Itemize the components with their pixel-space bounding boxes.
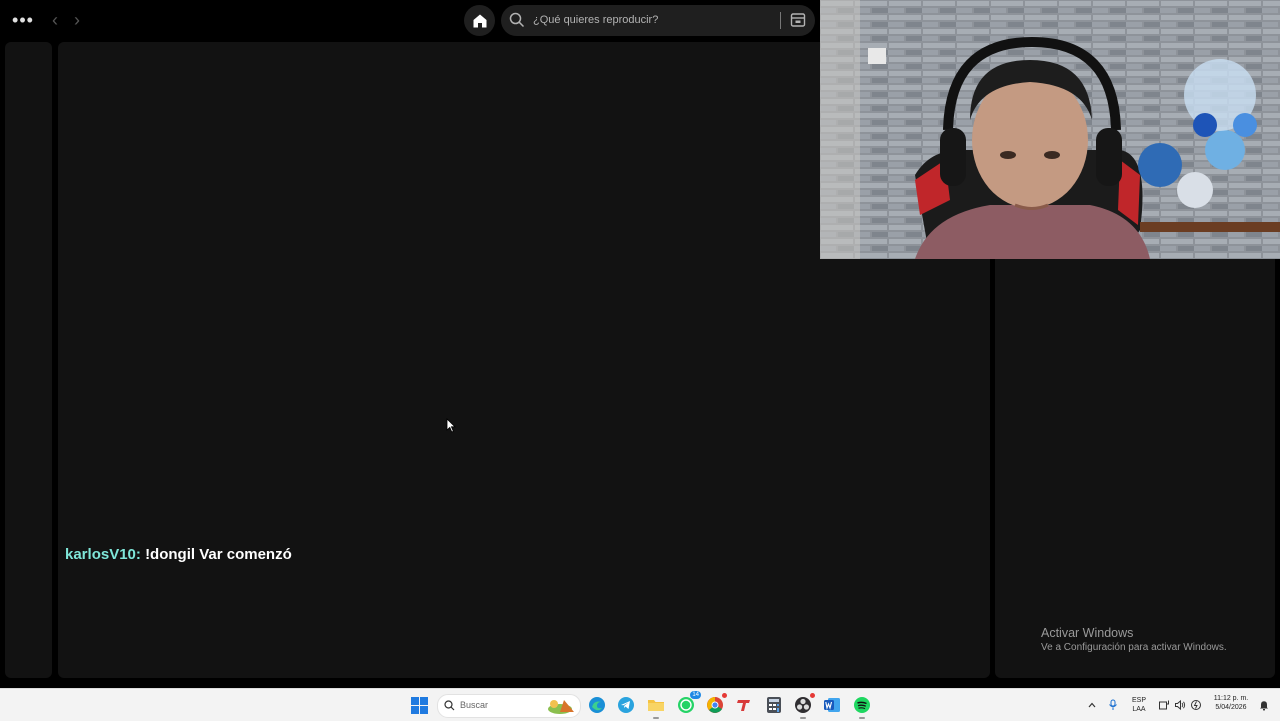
typing-app-button[interactable] xyxy=(734,695,754,715)
telegram-icon xyxy=(618,697,634,713)
webcam-image xyxy=(820,0,1280,259)
notification-badge: 14 xyxy=(690,691,701,699)
webcam-overlay xyxy=(820,0,1280,259)
language-code: ESP xyxy=(1131,697,1146,704)
typing-app-icon xyxy=(737,700,750,711)
telegram-app-button[interactable] xyxy=(616,695,636,715)
notifications-button[interactable] xyxy=(1254,695,1274,715)
start-button[interactable] xyxy=(409,695,429,715)
folder-icon xyxy=(648,700,664,711)
edge-app-button[interactable] xyxy=(587,695,607,715)
chrome-icon xyxy=(707,697,723,713)
chat-text: !dongil Var comenzó xyxy=(145,546,292,563)
mouse-cursor-icon xyxy=(446,418,456,433)
taskbar-search-input[interactable]: Buscar xyxy=(460,700,488,710)
battery-tray-button[interactable] xyxy=(1186,695,1206,715)
back-arrow-icon[interactable]: ‹ xyxy=(46,10,64,30)
right-panel xyxy=(995,259,1275,678)
recording-dot xyxy=(810,693,815,698)
active-indicator xyxy=(859,717,865,719)
chat-username: karlosV10: xyxy=(65,546,141,563)
top-bar: ••• ‹ › ¿Qué quieres reproducir? xyxy=(0,0,820,42)
calculator-app-button[interactable] xyxy=(764,695,784,715)
recorder-app-button[interactable] xyxy=(793,693,815,719)
windows-logo-icon xyxy=(410,696,428,714)
search-field[interactable]: ¿Qué quieres reproducir? xyxy=(501,5,815,36)
search-icon xyxy=(509,12,525,28)
search-highlight-icon xyxy=(548,700,574,714)
watermark-subtitle: Ve a Configuración para activar Windows. xyxy=(1041,642,1227,653)
edge-icon xyxy=(589,697,605,713)
clock-date: 5/04/2026 xyxy=(1215,704,1247,711)
active-indicator xyxy=(653,717,659,719)
browse-icon[interactable] xyxy=(790,12,806,28)
spotify-icon xyxy=(854,697,870,713)
chat-message: karlosV10: !dongil Var comenzó xyxy=(65,546,292,563)
language-indicator[interactable]: ESP LAA xyxy=(1128,696,1150,714)
clock-time: 11:12 p. m. xyxy=(1213,695,1249,702)
bell-icon xyxy=(1260,701,1268,711)
calculator-icon xyxy=(767,697,781,713)
microphone-tray-button[interactable] xyxy=(1103,695,1123,715)
chevron-up-icon xyxy=(1088,702,1096,708)
show-hidden-icons-button[interactable] xyxy=(1082,695,1102,715)
obs-icon xyxy=(795,697,811,713)
home-button[interactable] xyxy=(464,5,495,36)
spotify-app-button[interactable] xyxy=(852,695,872,719)
search-input[interactable]: ¿Qué quieres reproducir? xyxy=(533,14,658,26)
search-divider xyxy=(780,12,781,29)
word-icon xyxy=(824,698,840,712)
home-icon xyxy=(473,14,486,27)
clock[interactable]: 11:12 p. m. 5/04/2026 xyxy=(1208,694,1254,712)
file-explorer-button[interactable] xyxy=(646,695,666,719)
whatsapp-app-button[interactable]: 14 xyxy=(676,691,701,715)
network-icon xyxy=(1159,700,1169,710)
microphone-icon xyxy=(1109,699,1117,710)
search-icon xyxy=(444,700,455,711)
library-sidebar xyxy=(5,42,52,678)
active-indicator xyxy=(800,717,806,719)
notification-dot xyxy=(722,693,727,698)
more-options-icon[interactable]: ••• xyxy=(10,10,36,30)
forward-arrow-icon[interactable]: › xyxy=(68,10,86,30)
chrome-app-button[interactable] xyxy=(705,693,727,715)
taskbar-search[interactable]: Buscar xyxy=(437,694,581,718)
keyboard-layout: LAA xyxy=(1132,706,1146,713)
word-app-button[interactable] xyxy=(822,695,842,715)
windows-taskbar: Buscar 14 ESP LAA 11:12 p. m. 5/04/2026 xyxy=(0,688,1280,721)
battery-charging-icon xyxy=(1191,700,1201,710)
activate-windows-watermark: Activar Windows Ve a Configuración para … xyxy=(1041,626,1227,653)
watermark-title: Activar Windows xyxy=(1041,626,1134,640)
volume-icon xyxy=(1175,699,1186,711)
